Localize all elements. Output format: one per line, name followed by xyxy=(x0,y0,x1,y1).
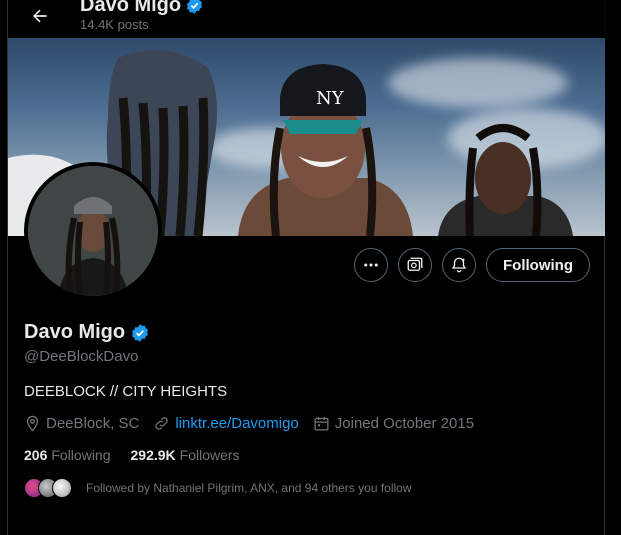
calendar-icon xyxy=(314,417,329,431)
back-arrow-icon xyxy=(33,9,47,23)
followers-stat[interactable]: 292.9K Followers xyxy=(131,447,240,463)
followers-label: Followers xyxy=(179,447,240,463)
location-item: DeeBlock, SC xyxy=(24,415,139,432)
joined-item: Joined October 2015 xyxy=(313,415,474,432)
notification-bell-icon xyxy=(451,257,467,273)
following-stat[interactable]: 206 Following xyxy=(24,447,111,463)
notifications-button[interactable] xyxy=(442,248,476,282)
profile-column: Davo Migo 14.4K posts NY Following Davo … xyxy=(7,0,606,535)
avatar-image xyxy=(28,166,158,296)
more-icon xyxy=(364,263,378,267)
follower-avatar xyxy=(52,478,72,498)
following-button[interactable]: Following xyxy=(486,248,590,282)
followers-count: 292.9K xyxy=(130,447,176,463)
profile-name-row: Davo Migo xyxy=(24,321,150,344)
verified-badge-icon[interactable] xyxy=(130,323,150,343)
location-text: DeeBlock, SC xyxy=(46,415,140,432)
verified-badge-icon xyxy=(187,0,203,14)
top-bar: Davo Migo 14.4K posts xyxy=(8,0,606,38)
following-label: Following xyxy=(51,447,111,463)
profile-meta: DeeBlock, SC linktr.ee/Davomigo Joined O… xyxy=(24,415,488,432)
avatar[interactable] xyxy=(28,166,158,296)
joined-text: Joined October 2015 xyxy=(334,415,475,432)
followed-by-text: Followed by Nathaniel Pilgrim, ANX, and … xyxy=(86,481,412,495)
header-post-count: 14.4K posts xyxy=(80,17,149,32)
profile-bio: DEEBLOCK // CITY HEIGHTS xyxy=(24,383,228,400)
website-item: linktr.ee/Davomigo xyxy=(153,415,299,432)
profile-handle: @DeeBlockDavo xyxy=(24,348,139,365)
link-icon xyxy=(155,417,169,430)
followed-by[interactable]: Followed by Nathaniel Pilgrim, ANX, and … xyxy=(24,478,412,498)
left-rail xyxy=(0,0,7,535)
banner-person-right xyxy=(438,124,573,236)
subscribe-icon xyxy=(407,257,423,271)
more-button[interactable] xyxy=(354,248,388,282)
banner-person-center: NY xyxy=(238,64,413,236)
svg-text:NY: NY xyxy=(316,88,345,109)
avatar-ring[interactable] xyxy=(24,162,162,300)
header-name-row: Davo Migo xyxy=(80,0,204,17)
location-icon xyxy=(26,415,39,432)
back-button[interactable] xyxy=(22,0,58,34)
right-gap xyxy=(605,0,621,535)
header-name: Davo Migo xyxy=(80,0,182,16)
subscribe-button[interactable] xyxy=(398,248,432,282)
website-link[interactable]: linktr.ee/Davomigo xyxy=(175,415,298,432)
follow-stats: 206 Following 292.9K Followers xyxy=(24,447,240,463)
profile-name: Davo Migo xyxy=(24,321,126,343)
following-count: 206 xyxy=(24,447,48,463)
